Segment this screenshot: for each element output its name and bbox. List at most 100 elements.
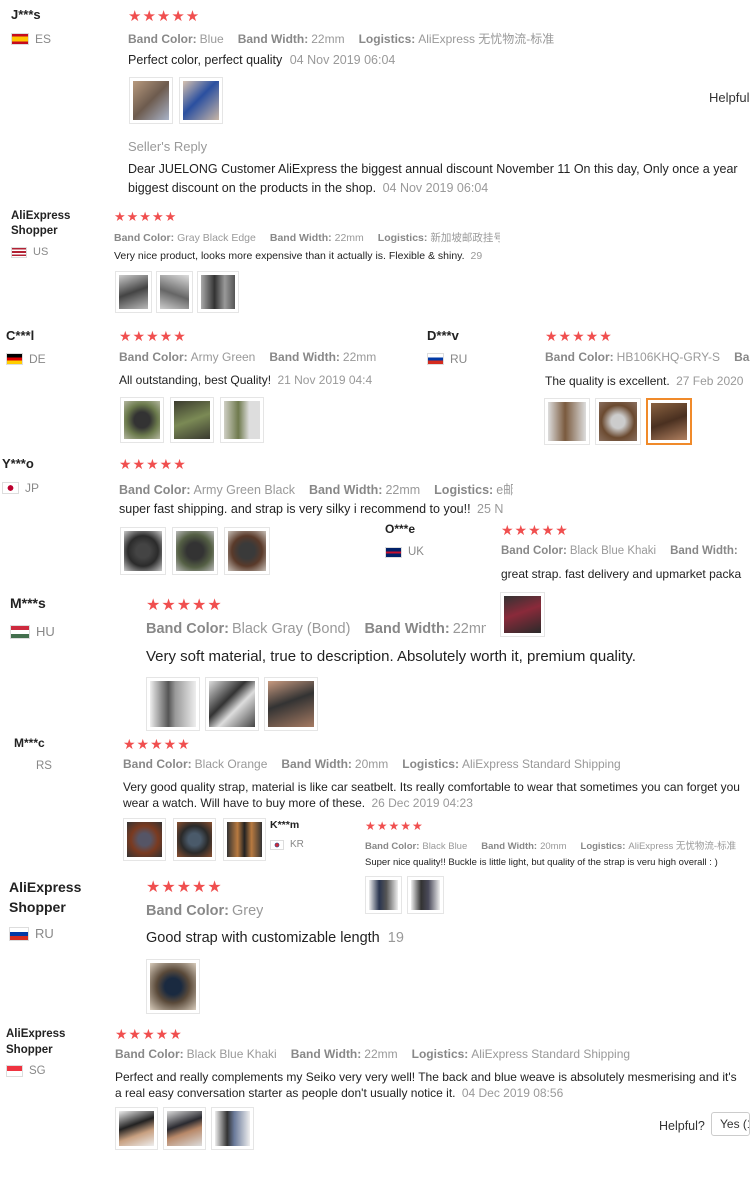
review-photo-thumb[interactable] [120, 527, 166, 575]
star-rating: ★★★★★ [146, 879, 223, 896]
flag-ru-icon [9, 926, 29, 941]
reviewer-name: J***s [11, 7, 41, 22]
review-photo-thumb[interactable] [205, 677, 259, 731]
review-text: Perfect color, perfect quality [128, 53, 283, 67]
review-photo-thumb[interactable] [115, 1107, 158, 1150]
review-photos [115, 271, 239, 313]
review-photo-thumb[interactable] [156, 271, 193, 313]
review-photos [120, 527, 270, 575]
product-attributes: Band Color: Blue Band Width: 22mm Logistics:… [128, 32, 555, 46]
helpful-label: Helpful? [659, 1119, 705, 1133]
review-date: 25 N [477, 502, 504, 516]
flag-de-icon [6, 353, 23, 365]
flag-kr-icon [270, 839, 284, 850]
product-attributes: Band Color: Black Blue Khaki Band Width: [501, 545, 738, 557]
star-rating: ★★★★★ [119, 456, 187, 472]
reviewer-name: Y***o [2, 456, 34, 471]
review-text: Very soft material, true to description.… [146, 648, 636, 665]
product-attributes: Band Color: Army Green Black Band Width: 22… [119, 483, 513, 497]
review-text: Good strap with customizable length [146, 930, 380, 946]
reviewer-country: RS [36, 760, 52, 772]
review-photo-thumb[interactable] [365, 876, 402, 914]
country-code: ES [35, 32, 52, 46]
review-photo-thumb[interactable] [163, 1107, 206, 1150]
review-photo-thumb[interactable] [595, 398, 641, 445]
reviewer-name: D***v [427, 328, 459, 343]
flag-es-icon [11, 33, 29, 45]
review-photo-thumb[interactable] [264, 677, 318, 731]
flag-uk-icon [385, 546, 402, 558]
star-rating: ★★★★★ [115, 1026, 183, 1042]
country-code: RS [36, 760, 52, 772]
review-photos [500, 592, 545, 637]
review-photo-thumb[interactable] [407, 876, 444, 914]
reviewer-name: AliExpress Shopper [9, 879, 82, 915]
review-photo-thumb[interactable] [172, 527, 218, 575]
review-photo-thumb[interactable] [115, 271, 152, 313]
review-photo-thumb[interactable] [500, 592, 545, 637]
review-photo-thumb[interactable] [223, 818, 266, 861]
star-rating: ★★★★★ [545, 328, 613, 344]
review-date: 04 Dec 2019 08:56 [461, 1086, 564, 1100]
review-photo-thumb[interactable] [170, 397, 214, 443]
product-attributes: Band Color: Gray Black Edge Band Width: 22m… [114, 232, 500, 244]
review-text: The quality is excellent. [545, 374, 670, 388]
review-text: Perfect and really complements my Seiko … [115, 1070, 737, 1100]
helpful-yes-button[interactable]: Yes (1 [711, 1112, 750, 1136]
review-text-block: Perfect and really complements my Seiko … [115, 1069, 743, 1101]
review-photo-thumb[interactable] [146, 959, 200, 1014]
flag-jp-icon [2, 482, 19, 494]
product-attributes: Band Color: Black Blue Band Width: 20mm Logi… [365, 841, 737, 852]
review-photos [123, 818, 266, 861]
review-photos [544, 398, 692, 445]
review-photo-thumb[interactable] [211, 1107, 254, 1150]
review-photo-thumb[interactable] [197, 271, 239, 313]
product-attributes: Band Color: Grey [146, 903, 264, 919]
country-code: RU [35, 926, 54, 941]
reviewer-name: AliExpress Shopper [6, 1028, 66, 1056]
review-text: All outstanding, best Quality! [119, 373, 272, 387]
reviewer-name: C***l [6, 328, 35, 343]
review-photo-thumb[interactable] [224, 527, 270, 575]
review-text-line: Good strap with customizable length 19 [146, 930, 404, 946]
reviewer-country: US [11, 246, 48, 258]
flag-us-icon [11, 246, 27, 258]
review-photo-thumb-selected[interactable] [646, 398, 692, 445]
review-text: Very nice product, looks more expensive … [114, 250, 465, 262]
review-photos [129, 77, 223, 124]
reviewer-name: O***e [385, 522, 416, 536]
review-date: 21 Nov 2019 04:4 [277, 373, 373, 387]
review-text-block: Very good quality strap, material is lik… [123, 779, 745, 811]
review-date: 19 [387, 930, 404, 946]
reviewer-country: JP [2, 481, 39, 495]
star-rating: ★★★★★ [128, 8, 201, 25]
seller-reply-date: 04 Nov 2019 06:04 [382, 181, 489, 195]
review-photo-thumb[interactable] [173, 818, 216, 861]
flag-hu-icon [10, 624, 30, 639]
star-rating: ★★★★★ [123, 736, 191, 752]
flag-sg-icon [6, 1065, 23, 1077]
review-photo-thumb[interactable] [120, 397, 164, 443]
review-photo-thumb[interactable] [220, 397, 264, 443]
review-photo-thumb[interactable] [123, 818, 166, 861]
reviewer-country: UK [385, 546, 424, 558]
review-date: 27 Feb 2020 [676, 374, 744, 388]
country-code: UK [408, 546, 424, 558]
reviewer-country: RU [427, 352, 467, 366]
product-attributes: Band Color:HB106KHQ-GRY-SBar [545, 350, 750, 364]
review-photo-thumb[interactable] [146, 677, 200, 731]
reviewer-country: ES [11, 32, 51, 46]
reviewer-country: KR [270, 839, 304, 850]
star-rating: ★★★★★ [146, 597, 223, 614]
review-date: 04 Nov 2019 06:04 [289, 53, 396, 67]
review-photos [115, 1107, 254, 1150]
review-photo-thumb[interactable] [544, 398, 590, 445]
country-code: US [33, 246, 49, 258]
review-photos [120, 397, 264, 443]
review-photo-thumb[interactable] [179, 77, 223, 124]
review-photo-thumb[interactable] [129, 77, 173, 124]
seller-reply: Dear JUELONG Customer AliExpress the big… [128, 160, 743, 198]
review-text-line: super fast shipping. and strap is very s… [119, 502, 513, 516]
product-attributes: Band Color: Black Orange Band Width: 20mm Lo… [123, 757, 621, 771]
reviewer-name: M***s [10, 595, 46, 611]
